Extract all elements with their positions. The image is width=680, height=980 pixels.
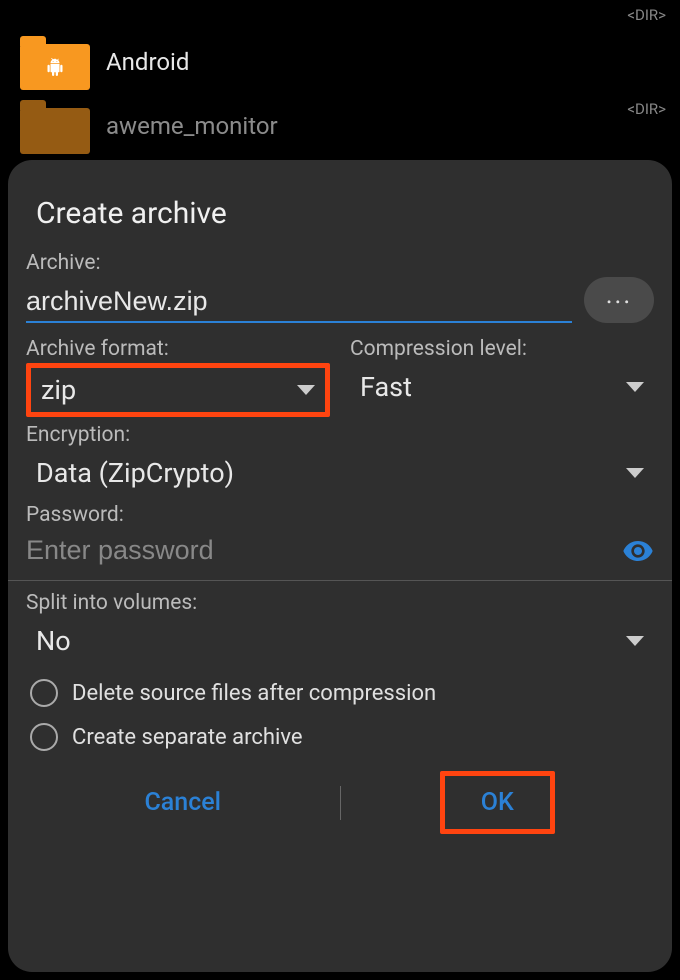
radio-unchecked-icon — [30, 723, 58, 751]
folder-label: Android — [106, 48, 189, 76]
encryption-dropdown[interactable]: Data (ZipCrypto) — [26, 449, 654, 497]
split-volumes-label: Split into volumes: — [26, 591, 654, 615]
chevron-down-icon — [626, 468, 644, 478]
ok-button[interactable]: OK — [445, 776, 550, 829]
folder-item-android: Android — [0, 30, 680, 94]
archive-format-label: Archive format: — [26, 337, 330, 361]
file-list-background: <DIR> Android <DIR> aweme_monitor — [0, 0, 680, 158]
chevron-down-icon — [297, 385, 315, 395]
chevron-down-icon — [626, 636, 644, 646]
delete-source-checkbox-row[interactable]: Delete source files after compression — [26, 671, 654, 715]
dir-marker: <DIR> — [627, 6, 666, 24]
browse-button[interactable]: ... — [584, 277, 654, 323]
separate-archive-label: Create separate archive — [72, 725, 303, 750]
password-input[interactable] — [26, 529, 610, 572]
android-icon — [46, 57, 64, 77]
compression-level-label: Compression level: — [350, 337, 654, 361]
encryption-label: Encryption: — [26, 423, 654, 447]
create-archive-dialog: Create archive Archive: ... Archive form… — [8, 160, 672, 972]
archive-name-label: Archive: — [26, 251, 654, 275]
dialog-title: Create archive — [36, 196, 654, 231]
password-label: Password: — [26, 503, 654, 527]
cancel-button[interactable]: Cancel — [108, 776, 257, 829]
folder-icon — [20, 98, 90, 154]
folder-item-aweme: aweme_monitor — [0, 94, 680, 158]
archive-name-input[interactable] — [26, 282, 572, 323]
folder-label: aweme_monitor — [106, 112, 278, 140]
archive-format-value: zip — [41, 374, 76, 406]
divider — [8, 580, 672, 581]
split-volumes-dropdown[interactable]: No — [26, 617, 654, 665]
separate-archive-checkbox-row[interactable]: Create separate archive — [26, 715, 654, 759]
annotation-highlight: OK — [440, 771, 555, 834]
split-volumes-value: No — [36, 625, 71, 657]
encryption-value: Data (ZipCrypto) — [36, 457, 234, 489]
eye-icon[interactable] — [622, 535, 654, 567]
annotation-highlight: zip — [26, 363, 330, 417]
chevron-down-icon — [626, 382, 644, 392]
compression-level-value: Fast — [360, 371, 412, 403]
delete-source-label: Delete source files after compression — [72, 681, 436, 706]
folder-icon — [20, 34, 90, 90]
compression-level-dropdown[interactable]: Fast — [350, 363, 654, 411]
radio-unchecked-icon — [30, 679, 58, 707]
archive-format-dropdown[interactable]: zip — [37, 372, 319, 408]
